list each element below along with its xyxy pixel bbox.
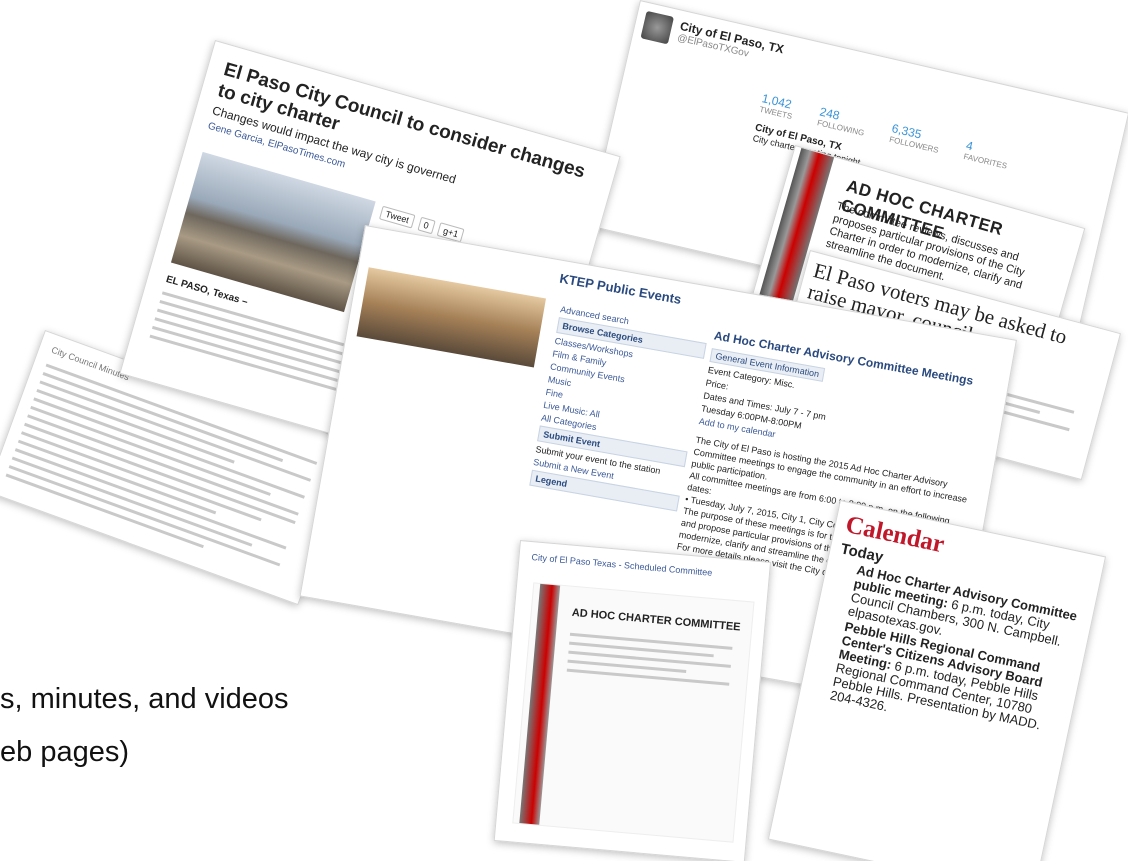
ktep-sidebar: Advanced search Browse Categories Classe… [529,301,710,514]
stat-favorites[interactable]: 4 FAVORITES [963,138,1011,170]
slide-text-line-2: eb pages) [0,736,129,768]
like-count-button[interactable]: 0 [416,216,436,235]
collage-stage: City Council Minutes City of El Paso, TX… [0,0,1128,861]
ktep-header-photo [356,267,546,368]
city-webpage-text-lines [566,627,740,693]
city-seal-avatar [640,10,675,45]
ktep-title: KTEP Public Events [558,270,683,307]
city-webpage: City of El Paso Texas - Scheduled Commit… [493,540,772,861]
slide-text-line-1: s, minutes, and videos [0,683,289,715]
city-webpage-flyer: AD HOC CHARTER COMMITTEE [512,582,755,843]
stat-followers[interactable]: 6,335 FOLLOWERS [888,121,942,155]
flyer-stripe-small [519,583,561,825]
stat-following[interactable]: 248 FOLLOWING [816,105,868,138]
tweet-button[interactable]: Tweet [378,205,416,229]
stat-tweets[interactable]: 1,042 TWEETS [758,91,796,121]
